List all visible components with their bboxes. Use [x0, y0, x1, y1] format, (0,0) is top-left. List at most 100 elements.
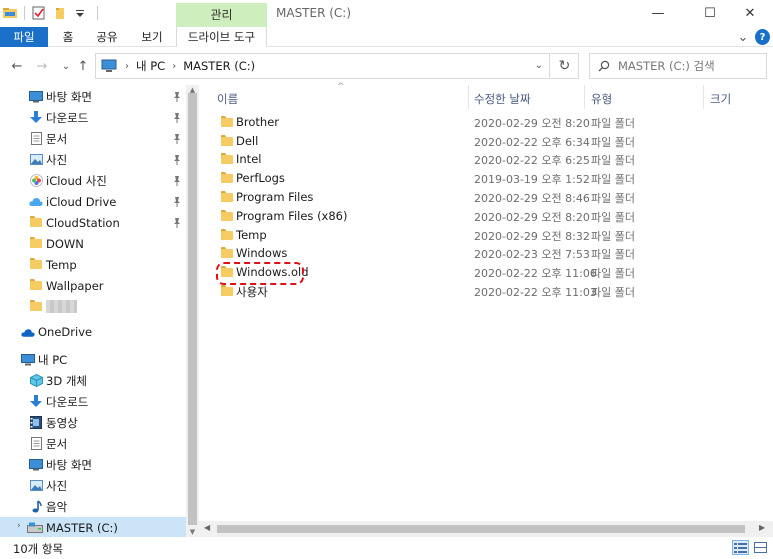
refresh-button[interactable]: ↻	[551, 53, 579, 79]
sidebar-item-pc-pictures[interactable]: 사진	[0, 475, 186, 496]
sidebar-item-label: 문서	[46, 436, 68, 451]
sidebar-item-label: 바탕 화면	[46, 89, 92, 104]
pin-icon[interactable]	[172, 196, 182, 207]
address-history-dropdown-icon[interactable]: ⌄	[535, 60, 543, 71]
table-row[interactable]: Program Files (x86) 2020-02-29 오전 8:20 파…	[213, 207, 753, 226]
expand-ribbon-button[interactable]: ⌄	[735, 29, 751, 45]
pin-icon[interactable]	[172, 154, 182, 165]
sidebar-item-desktop[interactable]: 바탕 화면	[0, 86, 186, 107]
folder-icon	[221, 285, 233, 296]
tab-home[interactable]: 홈	[56, 27, 80, 47]
table-row[interactable]: Brother 2020-02-29 오전 8:20 파일 폴더	[213, 113, 753, 132]
sidebar-item-documents[interactable]: 문서	[0, 128, 186, 149]
pin-icon[interactable]	[172, 112, 182, 123]
refresh-icon: ↻	[558, 58, 571, 74]
sidebar-item-videos[interactable]: 동영상	[0, 412, 186, 433]
minimize-button[interactable]: —	[635, 0, 681, 27]
customize-toolbar-dropdown-icon[interactable]	[75, 5, 91, 21]
table-row[interactable]: Temp 2020-02-29 오전 8:32 파일 폴더	[213, 226, 753, 245]
up-button[interactable]: ↑	[74, 57, 92, 75]
sidebar-item-pc-documents[interactable]: 문서	[0, 433, 186, 454]
sidebar-item-cloudstation[interactable]: CloudStation	[0, 212, 186, 233]
sidebar-item-wallpaper[interactable]: Wallpaper	[0, 275, 186, 296]
sidebar-item-icloud-photos[interactable]: iCloud 사진	[0, 170, 186, 191]
sidebar-item-temp[interactable]: Temp	[0, 254, 186, 275]
column-header-date[interactable]: 수정한 날짜	[474, 89, 531, 109]
recent-locations-button[interactable]: ⌄	[57, 57, 75, 75]
sidebar-item-pictures[interactable]: 사진	[0, 149, 186, 170]
navigation-pane: 바탕 화면 다운로드 문서 사진 iCloud 사진 iCloud Drive …	[0, 85, 199, 538]
file-date: 2020-02-22 오후 6:34	[474, 136, 590, 149]
pin-icon[interactable]	[172, 217, 182, 228]
address-bar[interactable]: › 내 PC › MASTER (C:) ⌄	[95, 53, 550, 79]
column-header-name[interactable]: 이름	[217, 89, 238, 109]
3d-objects-icon	[29, 374, 43, 387]
horizontal-scrollbar[interactable]: ◀ ▶	[199, 521, 773, 537]
window-title: MASTER (C:)	[276, 6, 352, 20]
sidebar-item-master-drive[interactable]: › MASTER (C:)	[0, 517, 186, 538]
sidebar-item-this-pc[interactable]: 내 PC	[0, 349, 186, 370]
properties-icon[interactable]	[31, 5, 47, 21]
breadcrumb-separator: ›	[125, 60, 129, 72]
close-button[interactable]: ✕	[727, 0, 773, 27]
desktop-icon	[29, 90, 43, 103]
horizontal-scroll-thumb[interactable]	[217, 525, 745, 533]
sidebar-item-label: 음악	[46, 499, 68, 514]
new-folder-icon[interactable]	[53, 5, 69, 21]
sidebar-item-down[interactable]: DOWN	[0, 233, 186, 254]
table-row[interactable]: 사용자 2020-02-22 오후 11:03 파일 폴더	[213, 282, 753, 301]
sidebar-item-label: 내 PC	[38, 352, 68, 367]
sidebar-item-pc-desktop[interactable]: 바탕 화면	[0, 454, 186, 475]
sidebar-scrollbar[interactable]: ▲ ▼	[186, 85, 199, 537]
table-row[interactable]: Dell 2020-02-22 오후 6:34 파일 폴더	[213, 132, 753, 151]
pin-icon[interactable]	[172, 91, 182, 102]
sidebar-scroll-thumb[interactable]	[188, 93, 197, 525]
details-view-button[interactable]	[732, 540, 749, 555]
sidebar-item-pc-downloads[interactable]: 다운로드	[0, 391, 186, 412]
tab-file[interactable]: 파일	[0, 27, 48, 47]
tab-share[interactable]: 공유	[92, 27, 122, 47]
search-input[interactable]	[618, 59, 758, 73]
file-name: Temp	[236, 228, 267, 242]
sidebar-item-music[interactable]: 음악	[0, 496, 186, 517]
table-row[interactable]: PerfLogs 2019-03-19 오후 1:52 파일 폴더	[213, 169, 753, 188]
document-icon	[29, 132, 43, 145]
column-divider[interactable]	[584, 85, 585, 109]
sidebar-item-onedrive[interactable]: OneDrive	[0, 321, 186, 342]
breadcrumb-this-pc[interactable]: 내 PC	[136, 58, 165, 74]
column-divider[interactable]	[468, 85, 469, 109]
sidebar-item-redacted[interactable]	[0, 296, 186, 317]
scroll-down-arrow-icon[interactable]: ▼	[186, 527, 199, 537]
file-date: 2019-03-19 오후 1:52	[474, 173, 590, 186]
column-header-type[interactable]: 유형	[591, 89, 612, 109]
table-row[interactable]: Windows.old 2020-02-22 오후 11:06 파일 폴더	[213, 263, 753, 282]
search-box[interactable]	[589, 53, 767, 79]
tab-view[interactable]: 보기	[137, 27, 167, 47]
folder-icon	[221, 210, 233, 221]
pin-icon[interactable]	[172, 175, 182, 186]
breadcrumb-drive[interactable]: MASTER (C:)	[183, 59, 255, 73]
forward-button[interactable]: →	[33, 57, 51, 75]
tab-drive-tools[interactable]: 드라이브 도구	[176, 27, 267, 47]
column-divider[interactable]	[703, 85, 704, 109]
sidebar-item-3d-objects[interactable]: 3D 개체	[0, 370, 186, 391]
help-button[interactable]: ?	[755, 29, 770, 45]
scroll-left-arrow-icon[interactable]: ◀	[204, 523, 210, 532]
back-button[interactable]: ←	[8, 57, 26, 75]
table-row[interactable]: Windows 2020-02-23 오전 7:53 파일 폴더	[213, 244, 753, 263]
large-icons-view-button[interactable]	[752, 540, 769, 555]
table-row[interactable]: Intel 2020-02-22 오후 6:25 파일 폴더	[213, 150, 753, 169]
chevron-right-icon[interactable]: ›	[17, 521, 21, 531]
pc-icon	[100, 59, 118, 73]
pin-icon[interactable]	[172, 133, 182, 144]
sidebar-item-downloads[interactable]: 다운로드	[0, 107, 186, 128]
explorer-app-icon[interactable]	[2, 5, 18, 21]
file-type: 파일 폴더	[591, 230, 635, 243]
redacted-label-block	[46, 300, 77, 313]
scroll-right-arrow-icon[interactable]: ▶	[759, 523, 765, 532]
sidebar-item-icloud-drive[interactable]: iCloud Drive	[0, 191, 186, 212]
arrow-up-icon: ↑	[77, 58, 89, 74]
column-header-size[interactable]: 크기	[710, 89, 731, 109]
table-row[interactable]: Program Files 2020-02-29 오전 8:46 파일 폴더	[213, 188, 753, 207]
pictures-icon	[29, 479, 43, 492]
